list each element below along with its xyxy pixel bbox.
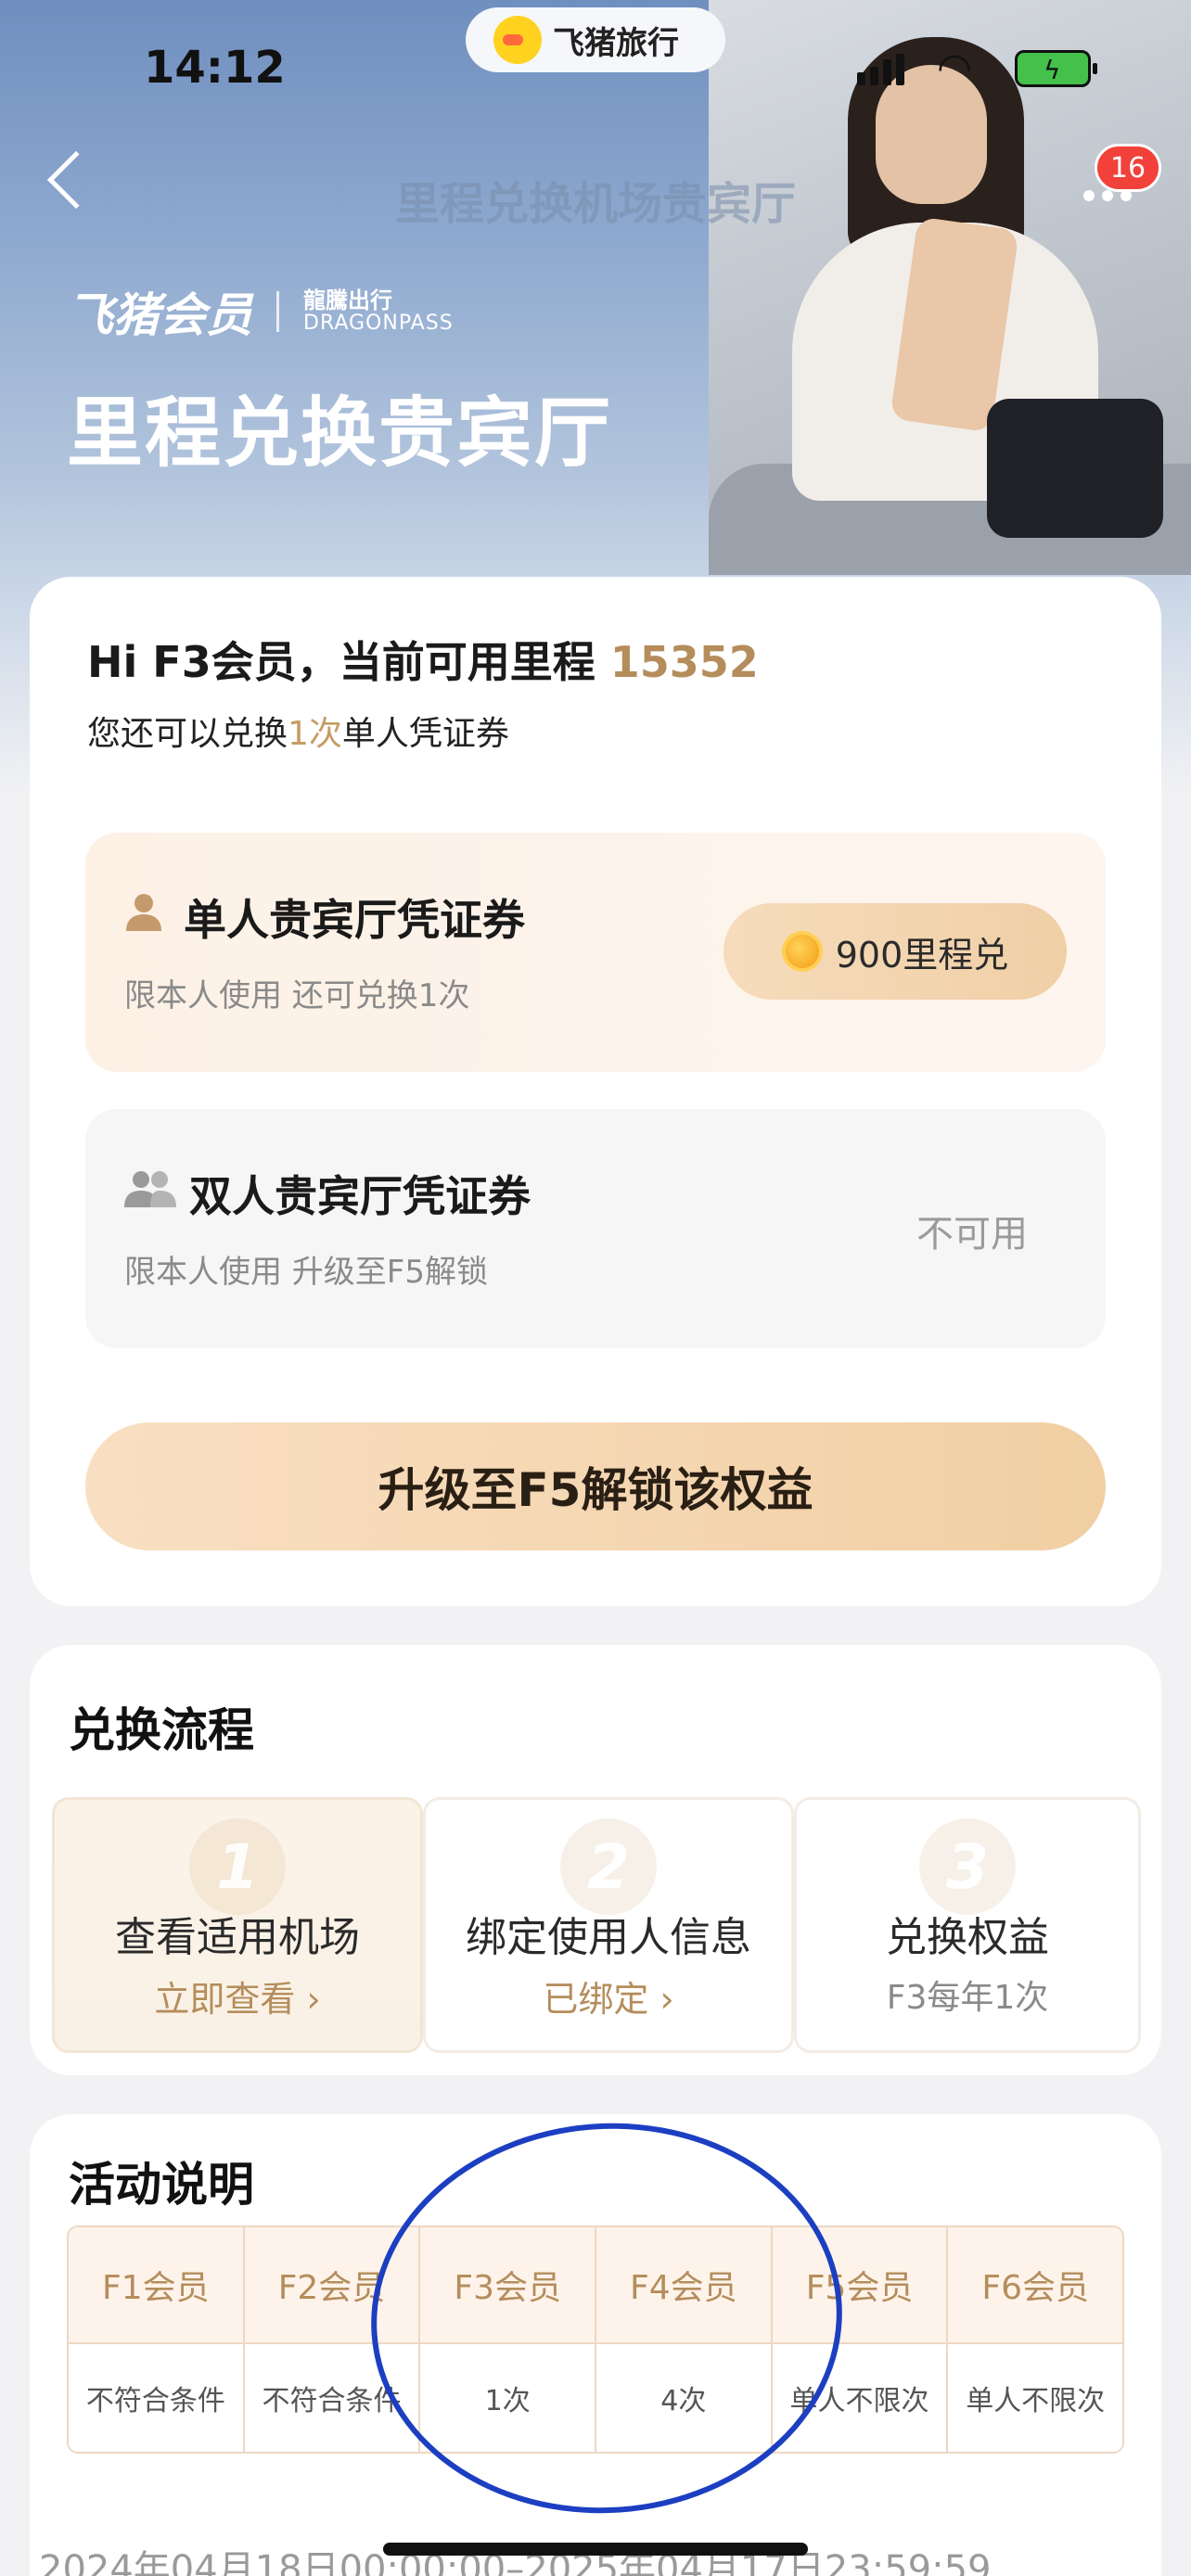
step-note: F3每年1次 bbox=[886, 1979, 1049, 2017]
redeem-900-miles-button[interactable]: 900里程兑 bbox=[724, 903, 1067, 1000]
home-indicator[interactable] bbox=[383, 2543, 808, 2556]
step-label: 绑定使用人信息 bbox=[466, 1914, 751, 1961]
hero-title: 里程兑换贵宾厅 bbox=[67, 389, 613, 478]
two-persons-icon bbox=[124, 1171, 176, 1207]
coin-icon bbox=[781, 931, 823, 972]
voucher-desc: 限本人使用 升级至F5解锁 bbox=[124, 1254, 488, 1291]
tier-header: F1会员 bbox=[69, 2227, 245, 2342]
tier-value: 1次 bbox=[420, 2342, 597, 2452]
tier-value-row: 不符合条件 不符合条件 1次 4次 单人不限次 单人不限次 bbox=[69, 2342, 1122, 2452]
tier-table: F1会员 F2会员 F3会员 F4会员 F5会员 F6会员 不符合条件 不符合条… bbox=[67, 2225, 1124, 2454]
step-redeem: 3 兑换权益 F3每年1次 bbox=[794, 1797, 1141, 2053]
partner-logo: 龍騰出行 DRAGONPASS bbox=[303, 287, 454, 336]
process-card: 兑换流程 1 查看适用机场 立即查看 › 2 绑定使用人信息 已绑定 › 3 兑… bbox=[30, 1645, 1161, 2075]
bound-link[interactable]: 已绑定 › bbox=[426, 1970, 791, 2021]
upgrade-f5-button[interactable]: 升级至F5解锁该权益 bbox=[85, 1422, 1106, 1550]
tier-header: F6会员 bbox=[981, 2269, 1089, 2307]
brand-line: 飞猪会员 龍騰出行 DRAGONPASS bbox=[67, 278, 454, 345]
tier-value: 不符合条件 bbox=[69, 2342, 245, 2452]
tier-value: 4次 bbox=[596, 2342, 773, 2452]
tier-value: 单人不限次 bbox=[948, 2342, 1122, 2452]
step-label: 查看适用机场 bbox=[115, 1914, 360, 1961]
cellular-signal-icon bbox=[857, 54, 904, 85]
step-number: 3 bbox=[919, 1818, 1016, 1915]
nav-title: 里程兑换机场贵宾厅 bbox=[394, 178, 796, 230]
step-label: 兑换权益 bbox=[886, 1914, 1049, 1961]
activity-card: 活动说明 F1会员 F2会员 F3会员 F4会员 F5会员 F6会员 不符合条件… bbox=[30, 2114, 1161, 2576]
tier-value: 不符合条件 bbox=[244, 2342, 421, 2452]
tier-header: F2会员 bbox=[245, 2227, 421, 2342]
greeting: Hi F3会员，当前可用里程 15352 bbox=[87, 637, 759, 687]
tier-header: F4会员 bbox=[596, 2227, 773, 2342]
battery-icon: ϟ bbox=[1015, 50, 1097, 87]
clock: 14:12 bbox=[144, 42, 286, 94]
voucher-title: 双人贵宾厅凭证券 bbox=[189, 1171, 531, 1221]
process-title: 兑换流程 bbox=[69, 1703, 254, 1757]
notification-badge: 16 bbox=[1095, 144, 1161, 192]
person-icon bbox=[126, 894, 161, 931]
tier-header-row: F1会员 F2会员 F3会员 F4会员 F5会员 F6会员 bbox=[69, 2227, 1122, 2342]
tier-header: F3会员 bbox=[420, 2227, 597, 2342]
unavailable-label: 不可用 bbox=[916, 1213, 1028, 1256]
brand-logo: 飞猪会员 bbox=[67, 288, 252, 342]
wifi-icon: ◠ bbox=[937, 45, 973, 92]
double-voucher: 双人贵宾厅凭证券 限本人使用 升级至F5解锁 不可用 bbox=[85, 1109, 1106, 1348]
step-bind-user[interactable]: 2 绑定使用人信息 已绑定 › bbox=[423, 1797, 794, 2053]
tier-value: 单人不限次 bbox=[772, 2342, 949, 2452]
activity-title: 活动说明 bbox=[69, 2158, 254, 2212]
fliggy-logo-icon bbox=[493, 16, 542, 64]
step-number: 2 bbox=[560, 1818, 657, 1915]
app-indicator-pill[interactable]: 飞猪旅行 bbox=[466, 7, 725, 72]
redeem-card: Hi F3会员，当前可用里程 15352 您还可以兑换1次单人凭证券 单人贵宾厅… bbox=[30, 577, 1161, 1606]
tier-header: F5会员 bbox=[773, 2227, 949, 2342]
status-bar: 14:12 飞猪旅行 ◠ ϟ bbox=[0, 0, 1191, 139]
single-voucher: 单人贵宾厅凭证券 限本人使用 还可兑换1次 900里程兑 bbox=[85, 833, 1106, 1072]
remaining-info: 您还可以兑换1次单人凭证券 bbox=[87, 715, 509, 753]
step-number: 1 bbox=[189, 1818, 286, 1915]
voucher-title: 单人贵宾厅凭证券 bbox=[184, 895, 525, 945]
view-now-link[interactable]: 立即查看 › bbox=[55, 1970, 420, 2021]
miles-value: 15352 bbox=[609, 637, 759, 687]
step-view-airports[interactable]: 1 查看适用机场 立即查看 › bbox=[52, 1797, 423, 2053]
voucher-desc: 限本人使用 还可兑换1次 bbox=[124, 977, 470, 1014]
app-name: 飞猪旅行 bbox=[553, 24, 679, 62]
